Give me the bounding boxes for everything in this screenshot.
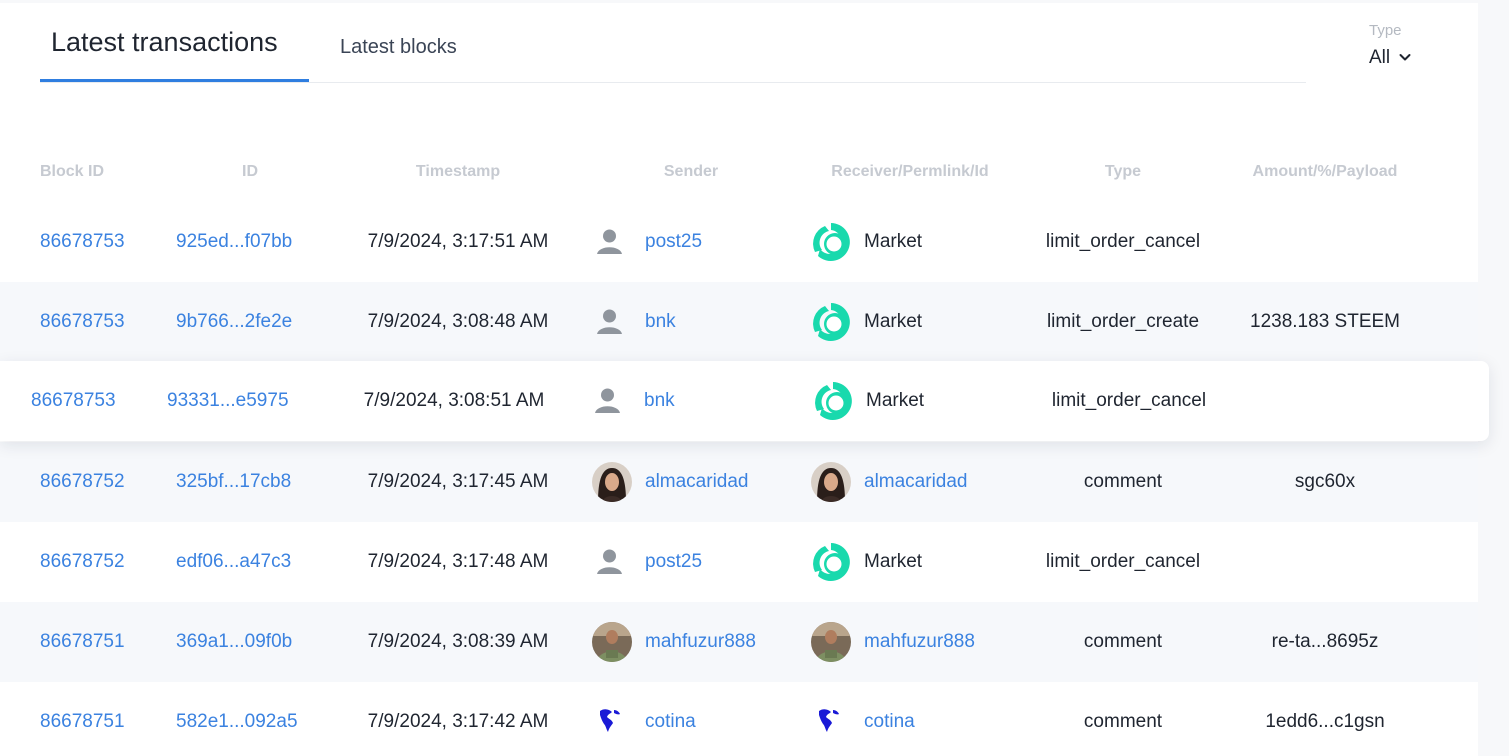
receiver-link[interactable]: cotina — [864, 711, 915, 733]
transaction-type: comment — [1083, 631, 1163, 652]
transaction-type: limit_order_create — [1046, 311, 1200, 332]
sender-avatar[interactable] — [592, 702, 632, 742]
sender-link[interactable]: mahfuzur888 — [645, 631, 756, 653]
sender-link[interactable]: post25 — [645, 231, 702, 253]
timestamp: 7/9/2024, 3:17:42 AM — [367, 711, 549, 732]
tab-bar: Latest transactions Latest blocks — [40, 0, 1306, 83]
receiver-avatar[interactable] — [811, 462, 851, 502]
transaction-type: limit_order_cancel — [1051, 390, 1207, 411]
table-row[interactable]: 86678751 582e1...092a5 7/9/2024, 3:17:42 A… — [0, 682, 1478, 756]
tab-latest-transactions[interactable]: Latest transactions — [40, 0, 309, 82]
transaction-id-link[interactable]: 325bf...17cb8 — [176, 471, 291, 493]
amount-payload: sgc60x — [1294, 471, 1356, 492]
amount-payload: re-ta...8695z — [1271, 631, 1379, 652]
type-filter-select[interactable]: Type All — [1369, 20, 1439, 74]
block-id-link[interactable]: 86678751 — [40, 631, 125, 653]
tab-latest-blocks[interactable]: Latest blocks — [340, 0, 480, 82]
type-filter-label: Type — [1369, 22, 1402, 39]
column-header-block-id: Block ID — [40, 163, 105, 180]
block-id-link[interactable]: 86678752 — [40, 471, 125, 493]
timestamp: 7/9/2024, 3:08:39 AM — [367, 631, 549, 652]
receiver-link[interactable]: mahfuzur888 — [864, 631, 975, 653]
sender-avatar[interactable] — [592, 542, 632, 582]
chevron-down-icon — [1399, 54, 1411, 61]
transaction-id-link[interactable]: edf06...a47c3 — [176, 551, 291, 573]
sender-avatar[interactable] — [592, 222, 632, 262]
sender-avatar[interactable] — [590, 381, 630, 421]
sender-link[interactable]: bnk — [644, 390, 675, 412]
default-user-icon — [595, 388, 620, 413]
block-id-link[interactable]: 86678753 — [40, 231, 125, 253]
transaction-id-link[interactable]: 93331...e5975 — [167, 390, 289, 412]
block-id-link[interactable]: 86678751 — [40, 711, 125, 733]
default-user-icon — [597, 229, 622, 254]
tab-latest-transactions-label: Latest transactions — [51, 27, 278, 57]
timestamp: 7/9/2024, 3:08:48 AM — [367, 311, 549, 332]
transaction-id-link[interactable]: 9b766...2fe2e — [176, 311, 292, 333]
default-user-icon — [597, 309, 622, 334]
amount-payload: 1edd6...c1gsn — [1265, 711, 1385, 732]
timestamp: 7/9/2024, 3:17:51 AM — [367, 231, 549, 252]
receiver-name: Market — [864, 231, 923, 252]
transaction-type: limit_order_cancel — [1045, 231, 1201, 252]
receiver-avatar[interactable] — [811, 622, 851, 662]
woman-photo-avatar — [811, 462, 851, 502]
sender-link[interactable]: post25 — [645, 551, 702, 573]
market-logo-icon — [813, 303, 850, 341]
sender-link[interactable]: bnk — [645, 311, 676, 333]
transactions-page: Latest transactions Latest blocks Type A… — [0, 0, 1489, 756]
table-row[interactable]: 86678753 925ed...f07bb 7/9/2024, 3:17:51 A… — [0, 202, 1478, 282]
globe-americas-icon — [813, 704, 844, 735]
block-id-link[interactable]: 86678753 — [31, 390, 116, 412]
block-id-link[interactable]: 86678753 — [40, 311, 125, 333]
transaction-type: comment — [1083, 471, 1163, 492]
sender-link[interactable]: cotina — [645, 711, 696, 733]
receiver-avatar — [811, 222, 851, 262]
table-header: Block ID ID Timestamp Sender Receiver/Pe… — [0, 150, 1478, 194]
default-user-icon — [597, 549, 622, 574]
table-row[interactable]: 86678752 edf06...a47c3 7/9/2024, 3:17:48 A… — [0, 522, 1478, 602]
column-header-sender: Sender — [663, 163, 719, 180]
market-logo-icon — [813, 223, 850, 261]
column-header-type: Type — [1104, 163, 1142, 180]
receiver-avatar — [811, 302, 851, 342]
transaction-id-link[interactable]: 369a1...09f0b — [176, 631, 292, 653]
receiver-link[interactable]: almacaridad — [864, 471, 968, 493]
column-header-amount: Amount/%/Payload — [1252, 163, 1398, 180]
column-header-timestamp: Timestamp — [415, 163, 501, 180]
table-row[interactable]: 86678752 325bf...17cb8 7/9/2024, 3:17:45 A… — [0, 442, 1478, 522]
transaction-type: limit_order_cancel — [1045, 551, 1201, 572]
amount-payload: 1238.183 STEEM — [1250, 311, 1400, 332]
transaction-id-link[interactable]: 925ed...f07bb — [176, 231, 292, 253]
sender-avatar[interactable] — [592, 302, 632, 342]
sender-avatar[interactable] — [592, 462, 632, 502]
table-row[interactable]: 86678751 369a1...09f0b 7/9/2024, 3:08:39 A… — [0, 602, 1478, 682]
man-photo-avatar — [811, 622, 851, 662]
column-header-receiver: Receiver/Permlink/Id — [831, 163, 989, 180]
receiver-avatar — [811, 542, 851, 582]
sender-avatar[interactable] — [592, 622, 632, 662]
market-logo-icon — [813, 543, 850, 581]
transaction-id-link[interactable]: 582e1...092a5 — [176, 711, 298, 733]
man-photo-avatar — [592, 622, 632, 662]
receiver-name: Market — [864, 551, 923, 572]
table-row[interactable]: 86678753 9b766...2fe2e 7/9/2024, 3:08:48 A… — [0, 282, 1478, 362]
timestamp: 7/9/2024, 3:17:45 AM — [367, 471, 549, 492]
tab-latest-blocks-label: Latest blocks — [340, 36, 457, 58]
receiver-name: Market — [864, 311, 923, 332]
globe-americas-icon — [594, 704, 625, 735]
market-logo-icon — [815, 382, 852, 420]
table-row[interactable]: 86678753 93331...e5975 7/9/2024, 3:08:51 A… — [0, 361, 1489, 441]
column-header-id: ID — [242, 163, 258, 180]
transaction-type: comment — [1083, 711, 1163, 732]
receiver-avatar[interactable] — [811, 702, 851, 742]
block-id-link[interactable]: 86678752 — [40, 551, 125, 573]
woman-photo-avatar — [592, 462, 632, 502]
timestamp: 7/9/2024, 3:08:51 AM — [363, 390, 545, 411]
sender-link[interactable]: almacaridad — [645, 471, 749, 493]
receiver-name: Market — [866, 390, 925, 411]
type-filter-value: All — [1369, 47, 1391, 68]
timestamp: 7/9/2024, 3:17:48 AM — [367, 551, 549, 572]
receiver-avatar — [813, 381, 853, 421]
